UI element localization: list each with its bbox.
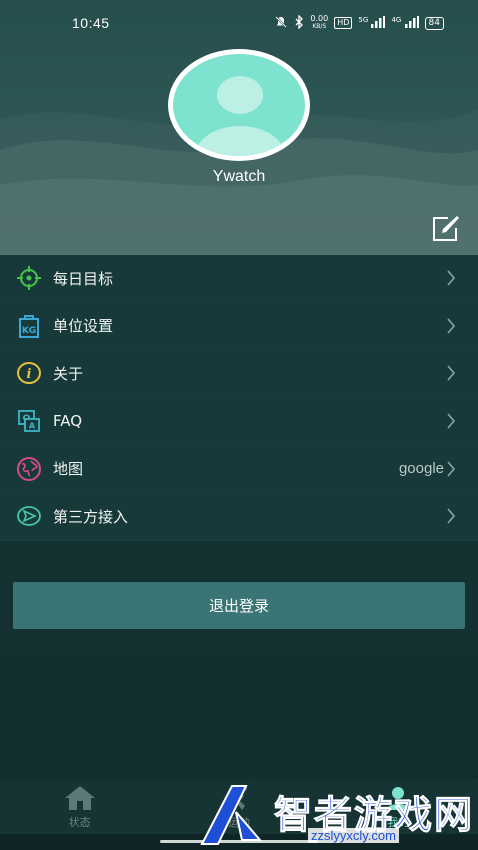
menu-item-third-party[interactable]: 第三方接入 (0, 492, 478, 541)
send-icon (14, 501, 44, 531)
tab-status[interactable]: 状态 (0, 779, 159, 834)
chevron-right-icon (446, 411, 460, 431)
map-provider-value: google (398, 460, 444, 478)
edit-profile-button[interactable] (430, 214, 462, 244)
settings-menu: 每日目标 KG 单位设置 i 关于 QA FAQ (0, 255, 478, 541)
logout-button[interactable]: 退出登录 (13, 582, 465, 629)
avatar-head (217, 76, 263, 114)
tab-label: 状态 (68, 815, 91, 829)
edit-icon (433, 216, 459, 241)
faq-icon: QA (14, 406, 44, 436)
watermark: 智者游戏网 zzslyyxcly.com (196, 780, 478, 850)
signal-icon: 5G (358, 15, 386, 31)
globe-icon (14, 454, 44, 484)
chevron-right-icon (446, 363, 460, 383)
chevron-right-icon (446, 459, 460, 479)
menu-item-daily-goal[interactable]: 每日目标 (0, 255, 478, 303)
kg-unit-icon: KG (14, 311, 44, 341)
status-bar: 10:45 0.00 KB/S HD 5G 4G 84 (0, 0, 478, 46)
menu-item-faq[interactable]: QA FAQ (0, 397, 478, 446)
menu-item-label: 第三方接入 (53, 507, 129, 526)
menu-item-about[interactable]: i 关于 (0, 350, 478, 398)
watermark-logo (200, 785, 263, 845)
home-icon (63, 784, 97, 812)
svg-text:KG: KG (22, 326, 36, 336)
status-icons: 0.00 KB/S HD 5G 4G 84 (274, 13, 444, 32)
signal-icon: 4G (391, 15, 419, 31)
menu-item-label: 关于 (53, 364, 84, 383)
username: Ywatch (212, 168, 266, 185)
signal-label-5g: 5G (358, 15, 369, 24)
menu-item-label: 地图 (53, 460, 84, 479)
net-speed-value: 0.00 (310, 14, 329, 23)
menu-item-label: 单位设置 (53, 317, 114, 336)
chevron-right-icon (446, 506, 460, 526)
avatar[interactable] (168, 49, 310, 161)
svg-text:i: i (27, 367, 32, 382)
menu-item-map[interactable]: 地图 google (0, 445, 478, 493)
signal-label-4g: 4G (391, 15, 402, 24)
target-icon (14, 263, 44, 293)
svg-text:A: A (29, 422, 36, 431)
battery-indicator: 84 (424, 16, 444, 30)
menu-item-label: FAQ (53, 412, 83, 431)
mute-bell-icon (274, 15, 288, 32)
watermark-url: zzslyyxcly.com (308, 828, 399, 843)
app-screen: 10:45 0.00 KB/S HD 5G 4G 84 Ywatch 每日目标 … (0, 0, 478, 850)
info-icon: i (14, 358, 44, 388)
status-time: 10:45 (72, 15, 110, 31)
profile-header: 10:45 0.00 KB/S HD 5G 4G 84 Ywatch (0, 0, 478, 255)
default-avatar-icon (173, 54, 305, 156)
avatar-body (195, 126, 285, 156)
bluetooth-icon (294, 13, 304, 32)
chevron-right-icon (446, 316, 460, 336)
chevron-right-icon (446, 268, 460, 288)
net-speed-unit: KB/S (312, 23, 327, 30)
menu-item-label: 每日目标 (53, 269, 114, 288)
menu-item-unit-settings[interactable]: KG 单位设置 (0, 302, 478, 351)
hd-badge: HD (334, 17, 353, 29)
net-speed: 0.00 KB/S (310, 15, 328, 31)
